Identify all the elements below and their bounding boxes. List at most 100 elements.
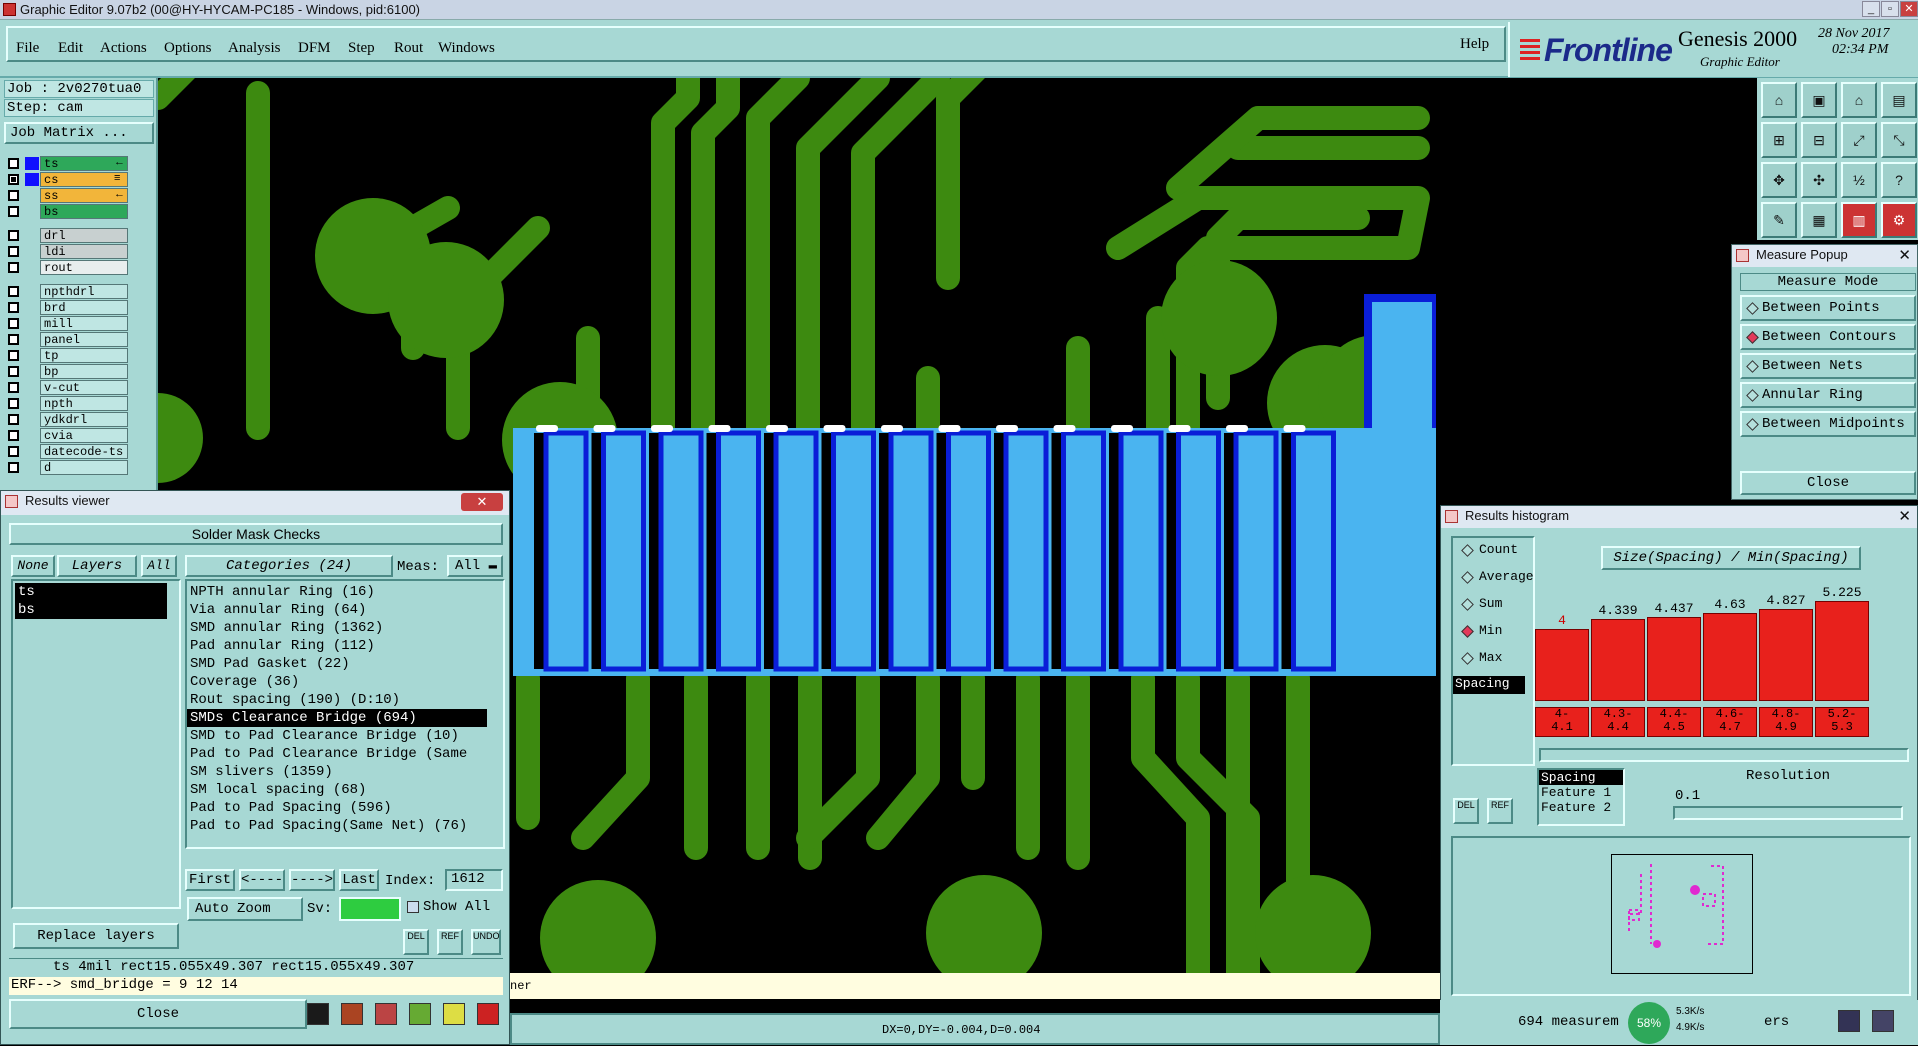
layer-checkbox[interactable] bbox=[8, 262, 19, 273]
histogram-icon[interactable] bbox=[477, 1003, 499, 1025]
menu-rout[interactable]: Rout bbox=[394, 40, 423, 57]
tool-icon[interactable] bbox=[375, 1003, 397, 1025]
grid-icon[interactable]: ▦ bbox=[1801, 202, 1837, 238]
layer-swatch[interactable] bbox=[25, 445, 39, 458]
bridge-marker[interactable] bbox=[1111, 425, 1133, 432]
menu-options[interactable]: Options bbox=[164, 40, 212, 57]
layer-checkbox[interactable] bbox=[8, 174, 19, 185]
bridge-marker[interactable] bbox=[593, 425, 616, 432]
bridge-marker[interactable] bbox=[881, 425, 903, 432]
bridge-marker[interactable] bbox=[1053, 425, 1076, 432]
meas-select[interactable]: All ▬ bbox=[447, 555, 503, 577]
layer-row[interactable]: cvia bbox=[6, 428, 128, 443]
measure-close-button[interactable]: Close bbox=[1740, 471, 1916, 495]
layer-row[interactable]: npthdrl bbox=[6, 284, 128, 299]
tool-icon[interactable] bbox=[307, 1003, 329, 1025]
menu-file[interactable]: File bbox=[16, 40, 39, 57]
zoom-home-icon[interactable]: ⌂ bbox=[1761, 82, 1797, 118]
layer-name[interactable]: tp bbox=[40, 348, 128, 363]
center-icon[interactable]: ✥ bbox=[1761, 162, 1797, 198]
pan-icon[interactable]: ✣ bbox=[1801, 162, 1837, 198]
category-item[interactable]: Pad to Pad Clearance Bridge (Same bbox=[187, 745, 487, 763]
panel-icon[interactable]: ▤ bbox=[1881, 82, 1917, 118]
tool-icon[interactable] bbox=[341, 1003, 363, 1025]
layer-swatch[interactable] bbox=[25, 285, 39, 298]
layer-row[interactable]: bp bbox=[6, 364, 128, 379]
layer-checkbox[interactable] bbox=[8, 430, 19, 441]
layer-swatch[interactable] bbox=[25, 429, 39, 442]
layer-checkbox[interactable] bbox=[8, 334, 19, 345]
prev-button[interactable]: <---- bbox=[239, 869, 285, 891]
layer-name[interactable]: datecode-ts bbox=[40, 444, 128, 459]
layer-swatch[interactable] bbox=[25, 173, 39, 186]
layer-swatch[interactable] bbox=[25, 157, 39, 170]
layer-row[interactable]: rout bbox=[6, 260, 128, 275]
layer-name[interactable]: drl bbox=[40, 228, 128, 243]
layer-swatch[interactable] bbox=[25, 461, 39, 474]
close-icon[interactable]: ✕ bbox=[1898, 246, 1911, 266]
list-item[interactable]: Feature 1 bbox=[1539, 785, 1623, 800]
smd-pad[interactable] bbox=[888, 430, 934, 672]
layer-swatch[interactable] bbox=[25, 205, 39, 218]
histogram-bar[interactable] bbox=[1703, 613, 1757, 701]
auto-zoom-select[interactable]: Auto Zoom bbox=[187, 897, 303, 921]
layer-checkbox[interactable] bbox=[8, 302, 19, 313]
menu-step[interactable]: Step bbox=[348, 40, 375, 57]
maximize-button[interactable]: ▫ bbox=[1881, 1, 1899, 17]
smd-pad[interactable] bbox=[1233, 430, 1279, 672]
sv-color-select[interactable] bbox=[339, 897, 401, 921]
layer-swatch[interactable] bbox=[25, 301, 39, 314]
bridge-marker[interactable] bbox=[536, 425, 558, 432]
redraw-icon[interactable]: ▣ bbox=[1801, 82, 1837, 118]
layer-swatch[interactable] bbox=[25, 261, 39, 274]
layer-swatch[interactable] bbox=[25, 245, 39, 258]
ref-button[interactable]: REF bbox=[437, 929, 463, 955]
layer-row[interactable]: tp bbox=[6, 348, 128, 363]
zoom-in-icon[interactable]: ⊞ bbox=[1761, 122, 1797, 158]
layer-row[interactable]: ydkdrl bbox=[6, 412, 128, 427]
layer-name[interactable]: npth bbox=[40, 396, 128, 411]
tool-icon[interactable] bbox=[409, 1003, 431, 1025]
histogram-scrollbar[interactable] bbox=[1539, 748, 1909, 762]
layer-row[interactable]: bs bbox=[6, 204, 128, 219]
layer-checkbox[interactable] bbox=[8, 158, 19, 169]
layer-name[interactable]: d bbox=[40, 460, 128, 475]
measure-mode-option[interactable]: Annular Ring bbox=[1740, 382, 1916, 408]
bridge-marker[interactable] bbox=[1283, 425, 1306, 432]
layer-checkbox[interactable] bbox=[8, 350, 19, 361]
menu-analysis[interactable]: Analysis bbox=[228, 40, 281, 57]
layer-checkbox[interactable] bbox=[8, 366, 19, 377]
smd-pad[interactable] bbox=[773, 430, 819, 672]
layer-row[interactable]: panel bbox=[6, 332, 128, 347]
bridge-marker[interactable] bbox=[708, 425, 731, 432]
layer-checkbox[interactable] bbox=[8, 230, 19, 241]
layer-checkbox[interactable] bbox=[8, 190, 19, 201]
smd-pad[interactable] bbox=[601, 430, 646, 672]
bridge-marker[interactable] bbox=[766, 425, 788, 432]
help-icon[interactable]: ? bbox=[1881, 162, 1917, 198]
smd-pad[interactable] bbox=[1176, 430, 1221, 672]
resolution-slider[interactable] bbox=[1673, 806, 1903, 820]
layer-checkbox[interactable] bbox=[8, 446, 19, 457]
list-item[interactable]: Feature 2 bbox=[1539, 800, 1623, 815]
layer-checkbox[interactable] bbox=[8, 286, 19, 297]
category-item[interactable]: Pad to Pad Spacing(Same Net) (76) bbox=[187, 817, 487, 835]
layer-swatch[interactable] bbox=[25, 349, 39, 362]
category-item[interactable]: SMD Pad Gasket (22) bbox=[187, 655, 487, 673]
layers-icon[interactable]: ▥ bbox=[1841, 202, 1877, 238]
layer-swatch[interactable] bbox=[25, 333, 39, 346]
snap-icon[interactable]: ⤡ bbox=[1881, 122, 1917, 158]
layer-swatch[interactable] bbox=[25, 381, 39, 394]
layer-checkbox[interactable] bbox=[8, 398, 19, 409]
layer-name[interactable]: bp bbox=[40, 364, 128, 379]
measure-mode-option[interactable]: Between Contours bbox=[1740, 324, 1916, 350]
layer-row[interactable]: brd bbox=[6, 300, 128, 315]
index-field[interactable]: 1612 bbox=[445, 869, 503, 891]
measure-mode-option[interactable]: Between Nets bbox=[1740, 353, 1916, 379]
undo-button[interactable]: UNDO bbox=[471, 929, 501, 955]
bridge-marker[interactable] bbox=[1168, 425, 1191, 432]
layer-name[interactable]: panel bbox=[40, 332, 128, 347]
smd-pad[interactable] bbox=[1003, 430, 1049, 672]
settings-icon[interactable]: ⚙ bbox=[1881, 202, 1917, 238]
smd-pad[interactable] bbox=[543, 430, 589, 672]
